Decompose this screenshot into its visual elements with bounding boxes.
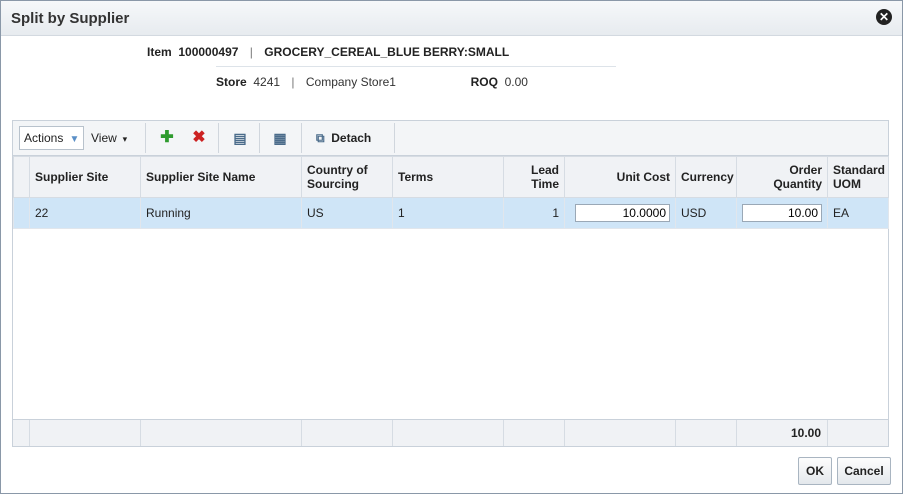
table-footer: 10.00: [13, 419, 888, 446]
item-value: 100000497: [178, 45, 239, 59]
toolbar-separator: [259, 123, 260, 153]
footer-divider: [503, 420, 504, 446]
footer-divider: [140, 420, 141, 446]
order-quantity-input[interactable]: [742, 204, 822, 222]
col-terms[interactable]: Terms: [392, 156, 504, 198]
add-icon[interactable]: ✚: [158, 129, 176, 147]
col-lead-time[interactable]: Lead Time: [503, 156, 565, 198]
supplier-table-panel: Actions ▼ View ▾ ✚ ✖ ▤ ▦ ⧉ Detach Suppli…: [12, 120, 889, 447]
separator: |: [291, 75, 295, 89]
close-icon[interactable]: ✕: [876, 9, 892, 25]
dialog-title-bar: Split by Supplier ✕: [1, 1, 902, 36]
col-country-of-sourcing[interactable]: Country of Sourcing: [301, 156, 393, 198]
footer-divider: [564, 420, 565, 446]
footer-divider: [736, 420, 737, 446]
col-uom-line2: UOM: [833, 177, 861, 191]
col-uom-line1: Standard: [833, 163, 886, 177]
cell-supplier-site: 22: [29, 197, 141, 229]
detach-icon: ⧉: [316, 131, 325, 145]
view-menu[interactable]: View ▾: [91, 126, 127, 150]
cell-supplier-site-name: Running: [140, 197, 302, 229]
store-info: Store 4241 | Company Store1 ROQ 0.00: [216, 75, 528, 89]
split-by-supplier-dialog: Split by Supplier ✕ Item 100000497 | GRO…: [0, 0, 903, 494]
toolbar-separator: [145, 123, 146, 153]
col-order-quantity[interactable]: Order Quantity: [736, 156, 828, 198]
item-description: GROCERY_CEREAL_BLUE BERRY:SMALL: [264, 45, 510, 59]
col-order-line1: Order: [789, 163, 822, 177]
detach-label: Detach: [331, 131, 372, 145]
actions-menu[interactable]: Actions ▼: [19, 126, 85, 150]
footer-divider: [827, 420, 828, 446]
col-supplier-site-name[interactable]: Supplier Site Name: [140, 156, 302, 198]
row-selector[interactable]: [13, 197, 30, 229]
store-value: 4241: [253, 75, 281, 89]
dialog-body: Item 100000497 | GROCERY_CEREAL_BLUE BER…: [1, 36, 902, 493]
col-standard-uom[interactable]: Standard UOM: [827, 156, 889, 198]
footer-divider: [392, 420, 393, 446]
cell-lead-time: 1: [503, 197, 565, 229]
delete-icon[interactable]: ✖: [190, 129, 208, 147]
cancel-button[interactable]: Cancel: [837, 457, 891, 485]
table-header-row: Supplier Site Supplier Site Name Country…: [13, 156, 889, 198]
col-unit-cost[interactable]: Unit Cost: [564, 156, 676, 198]
col-supplier-site[interactable]: Supplier Site: [29, 156, 141, 198]
unit-cost-input[interactable]: [575, 204, 670, 222]
cell-order-quantity: [736, 197, 828, 229]
toolbar-separator: [301, 123, 302, 153]
col-lead-line2: Time: [531, 177, 559, 191]
table-toolbar: Actions ▼ View ▾ ✚ ✖ ▤ ▦ ⧉ Detach: [13, 121, 888, 156]
toolbar-separator: [394, 123, 395, 153]
col-country-line2: Sourcing: [307, 177, 360, 191]
col-order-line2: Quantity: [773, 177, 822, 191]
dialog-title: Split by Supplier: [11, 10, 130, 27]
order-quantity-total: 10.00: [791, 426, 822, 440]
chevron-down-icon: ▼: [66, 134, 80, 145]
edit-rows-icon[interactable]: ▦: [271, 129, 289, 147]
store-label: Store: [216, 75, 247, 89]
footer-divider: [29, 420, 30, 446]
item-label: Item: [147, 45, 172, 59]
cell-country: US: [301, 197, 393, 229]
toolbar-separator: [218, 123, 219, 153]
col-currency[interactable]: Currency: [675, 156, 737, 198]
separator: |: [249, 45, 253, 59]
roq-label: ROQ: [470, 75, 498, 89]
roq-value: 0.00: [504, 75, 528, 89]
ok-button[interactable]: OK: [798, 457, 832, 485]
cell-terms: 1: [392, 197, 504, 229]
item-info: Item 100000497 | GROCERY_CEREAL_BLUE BER…: [147, 45, 509, 59]
footer-divider: [675, 420, 676, 446]
divider: [216, 66, 616, 67]
caret-down-icon: ▾: [120, 134, 128, 144]
cell-unit-cost: [564, 197, 676, 229]
cell-currency: USD: [675, 197, 737, 229]
actions-label: Actions: [24, 131, 64, 145]
col-lead-line1: Lead: [530, 163, 559, 177]
store-name: Company Store1: [305, 75, 396, 89]
col-country-line1: Country of: [307, 163, 368, 177]
supplier-grid: Supplier Site Supplier Site Name Country…: [13, 156, 889, 229]
row-header-corner: [13, 156, 30, 198]
export-icon[interactable]: ▤: [231, 129, 249, 147]
table-row[interactable]: 22 Running US 1 1 USD EA: [13, 197, 889, 229]
footer-divider: [301, 420, 302, 446]
detach-button[interactable]: ⧉ Detach: [316, 126, 371, 150]
view-label: View: [91, 131, 117, 145]
cell-uom: EA: [827, 197, 889, 229]
